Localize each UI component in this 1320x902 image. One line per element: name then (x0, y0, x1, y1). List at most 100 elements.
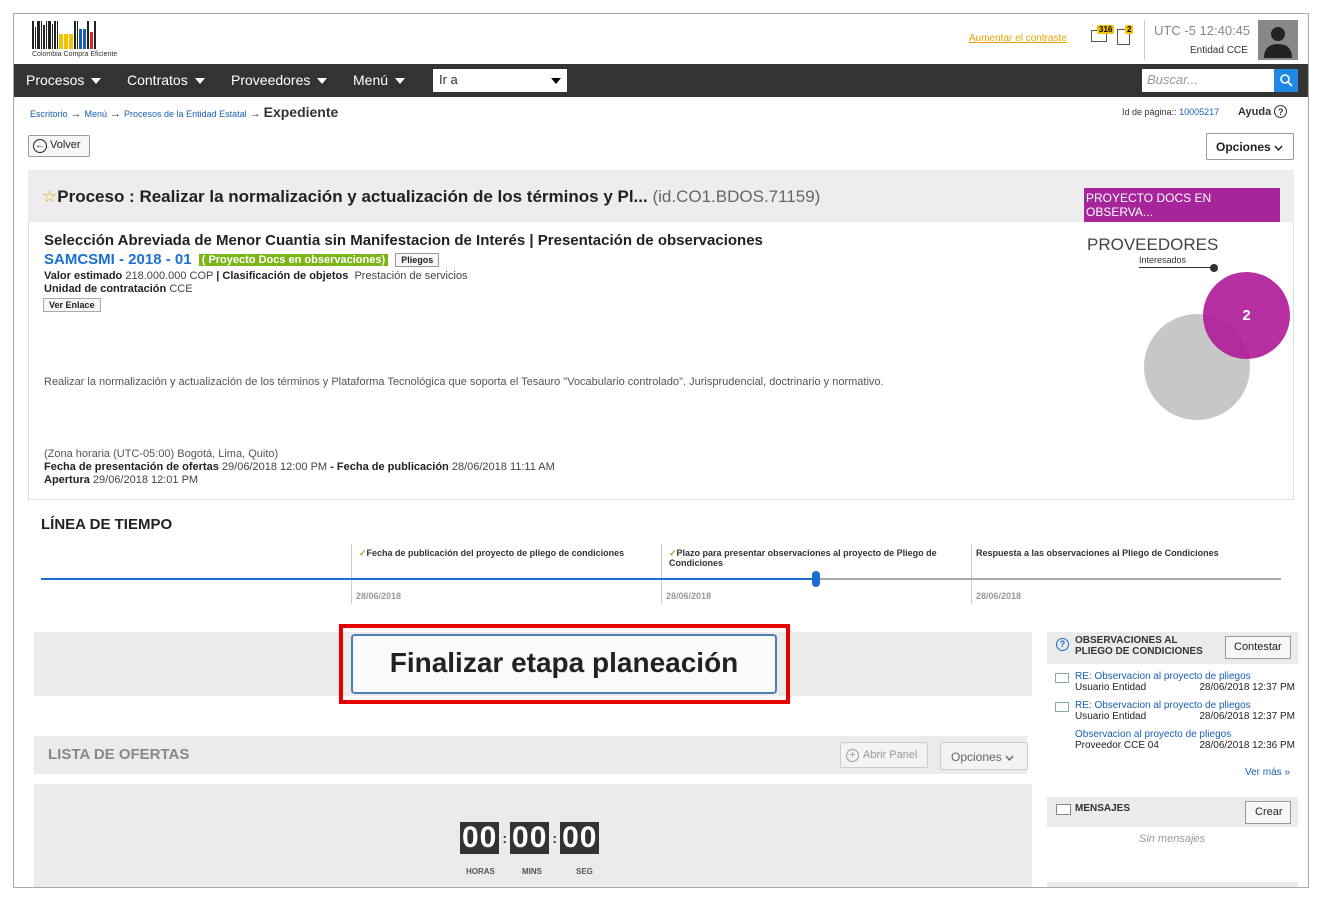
process-modality: Selección Abreviada de Menor Cuantia sin… (44, 232, 763, 249)
search-input[interactable]: Buscar... (1142, 69, 1274, 92)
observation-subject[interactable]: RE: Observacion al proyecto de pliegos (1075, 671, 1251, 682)
caret-down-icon (194, 78, 205, 85)
goto-select[interactable]: Ir a (433, 69, 567, 92)
colombia-compra-logo[interactable]: Colombia Compra Eficiente (32, 21, 157, 61)
breadcrumb-separator: → (249, 108, 261, 120)
observation-user: Usuario Entidad (1075, 682, 1147, 693)
question-icon: ? (1274, 105, 1288, 118)
fecha-ofertas-label: Fecha de presentación de ofertas (44, 461, 219, 473)
fecha-ofertas-value: 29/06/2018 12:00 PM (221, 461, 328, 473)
page-id-value[interactable]: 10005217 (1179, 107, 1219, 117)
observation-date: 28/06/2018 12:37 PM (1199, 682, 1295, 693)
reply-button[interactable]: Contestar (1225, 636, 1291, 659)
providers-legend-dot (1210, 264, 1218, 272)
back-button[interactable]: ← Volver (28, 135, 90, 157)
timeline-event-date: 28/06/2018 (976, 591, 1022, 601)
finalize-planning-button[interactable]: Finalizar etapa planeación (351, 634, 777, 694)
timeline-event-date: 28/06/2018 (666, 591, 712, 601)
nav-procesos-label: Procesos (26, 72, 85, 88)
timer-secs-label: SEG (576, 867, 593, 876)
nav-proveedores-label: Proveedores (231, 72, 311, 88)
observations-panel: ? OBSERVACIONES AL PLIEGO DE CONDICIONES… (1047, 632, 1298, 784)
timeline-divider (661, 544, 662, 604)
observation-date: 28/06/2018 12:36 PM (1199, 740, 1295, 751)
process-reference-line: SAMCSMI - 2018 - 01 ( Proyecto Docs en o… (44, 251, 440, 268)
process-description: Realizar la normalización y actualizació… (44, 376, 884, 388)
messages-header: MENSAJES Crear (1047, 797, 1298, 827)
process-title: ☆Proceso : Realizar la normalización y a… (42, 187, 820, 207)
star-favorite-icon[interactable]: ☆ (42, 187, 57, 206)
clock-display: UTC -5 12:40:45 (1154, 23, 1250, 38)
timezone-label: UTC -5 (1154, 23, 1196, 38)
increase-contrast-link[interactable]: Aumentar el contraste (969, 33, 1067, 44)
plus-circle-icon: + (846, 749, 859, 762)
clasif-label: Clasificación de objetos (222, 270, 349, 282)
page-id: Id de página:: 10005217 (1122, 107, 1219, 117)
timer-mins: 00 (510, 821, 550, 854)
observation-date: 28/06/2018 12:37 PM (1199, 711, 1295, 722)
chevron-down-icon (1274, 145, 1283, 152)
nav-menu[interactable]: Menú (353, 72, 406, 88)
caret-down-icon (551, 78, 561, 84)
entity-name: Entidad CCE (1190, 45, 1248, 56)
nav-procesos[interactable]: Procesos (26, 72, 102, 88)
apertura-line: Apertura 29/06/2018 12:01 PM (44, 474, 198, 486)
providers-count: 2 (1242, 307, 1251, 324)
observation-user: Usuario Entidad (1075, 711, 1147, 722)
pliegos-button[interactable]: Pliegos (395, 253, 440, 268)
observations-title: OBSERVACIONES AL PLIEGO DE CONDICIONES (1075, 635, 1203, 657)
caret-down-icon (317, 78, 328, 85)
see-more-link[interactable]: Ver más » (1245, 767, 1290, 778)
user-avatar[interactable] (1258, 20, 1298, 60)
providers-title: PROVEEDORES (1087, 235, 1219, 254)
providers-legend-line (1139, 267, 1214, 268)
timeline-event-label: Fecha de publicación del proyecto de pli… (366, 548, 625, 558)
breadcrumb-escritorio[interactable]: Escritorio (30, 109, 68, 119)
timeline-event: Respuesta a las observaciones al Pliego … (976, 548, 1276, 558)
breadcrumb-menu[interactable]: Menú (85, 109, 108, 119)
breadcrumb-current: Expediente (263, 104, 339, 120)
observation-subject[interactable]: RE: Observacion al proyecto de pliegos (1075, 700, 1251, 711)
envelope-reply-icon (1055, 673, 1069, 683)
help-circle-icon[interactable]: ? (1056, 638, 1069, 651)
offers-title: LISTA DE OFERTAS (48, 746, 190, 763)
logo-caption: Colombia Compra Eficiente (32, 51, 118, 58)
timer-secs: 00 (560, 821, 600, 854)
create-message-button[interactable]: Crear (1245, 801, 1291, 824)
nav-contratos[interactable]: Contratos (127, 72, 205, 88)
valor-line: Valor estimado 218.000.000 COP | Clasifi… (44, 270, 468, 282)
timeline-title: LÍNEA DE TIEMPO (41, 516, 173, 533)
providers-interested-circle[interactable]: 2 (1203, 272, 1290, 359)
help-label: Ayuda (1238, 106, 1272, 118)
timeline-current-marker[interactable] (812, 571, 820, 587)
breadcrumb-separator: → (70, 108, 82, 120)
breadcrumb-procesos[interactable]: Procesos de la Entidad Estatal (124, 109, 247, 119)
timeline-event: ✓Fecha de publicación del proyecto de pl… (359, 548, 659, 558)
offers-options-dropdown[interactable]: Opciones (940, 742, 1028, 770)
search-button[interactable] (1274, 69, 1298, 92)
breadcrumb-separator: → (110, 108, 122, 120)
valor-label: Valor estimado (44, 270, 123, 282)
timezone-note: (Zona horaria (UTC-05:00) Bogotá, Lima, … (44, 448, 279, 460)
page-id-label: Id de página:: (1122, 107, 1177, 117)
options-dropdown[interactable]: Opciones (1206, 133, 1294, 160)
process-detail-panel: Selección Abreviada de Menor Cuantia sin… (28, 222, 1294, 500)
ver-enlace-button[interactable]: Ver Enlace (43, 298, 101, 312)
observation-subject[interactable]: Observacion al proyecto de pliegos (1075, 729, 1231, 740)
clasif-value: Prestación de servicios (354, 270, 468, 282)
countdown-panel: 00: 00: 00 HORAS MINS SEG (34, 784, 1032, 887)
open-panel-label: Abrir Panel (863, 749, 918, 761)
help-link[interactable]: Ayuda? (1238, 105, 1288, 118)
panel-bottom-strip (1047, 882, 1298, 887)
nav-contratos-label: Contratos (127, 72, 188, 88)
timer-mins-label: MINS (522, 867, 542, 876)
nav-proveedores[interactable]: Proveedores (231, 72, 328, 88)
open-panel-button[interactable]: + Abrir Panel (840, 742, 928, 768)
app-window: Colombia Compra Eficiente Aumentar el co… (13, 13, 1309, 888)
messages-title: MENSAJES (1075, 803, 1131, 814)
process-title-bar: ☆Proceso : Realizar la normalización y a… (28, 170, 1294, 222)
nav-menu-label: Menú (353, 72, 389, 88)
dates-line: Fecha de presentación de ofertas 29/06/2… (44, 461, 555, 473)
search-icon (1279, 74, 1293, 87)
process-reference: SAMCSMI - 2018 - 01 (44, 251, 192, 268)
